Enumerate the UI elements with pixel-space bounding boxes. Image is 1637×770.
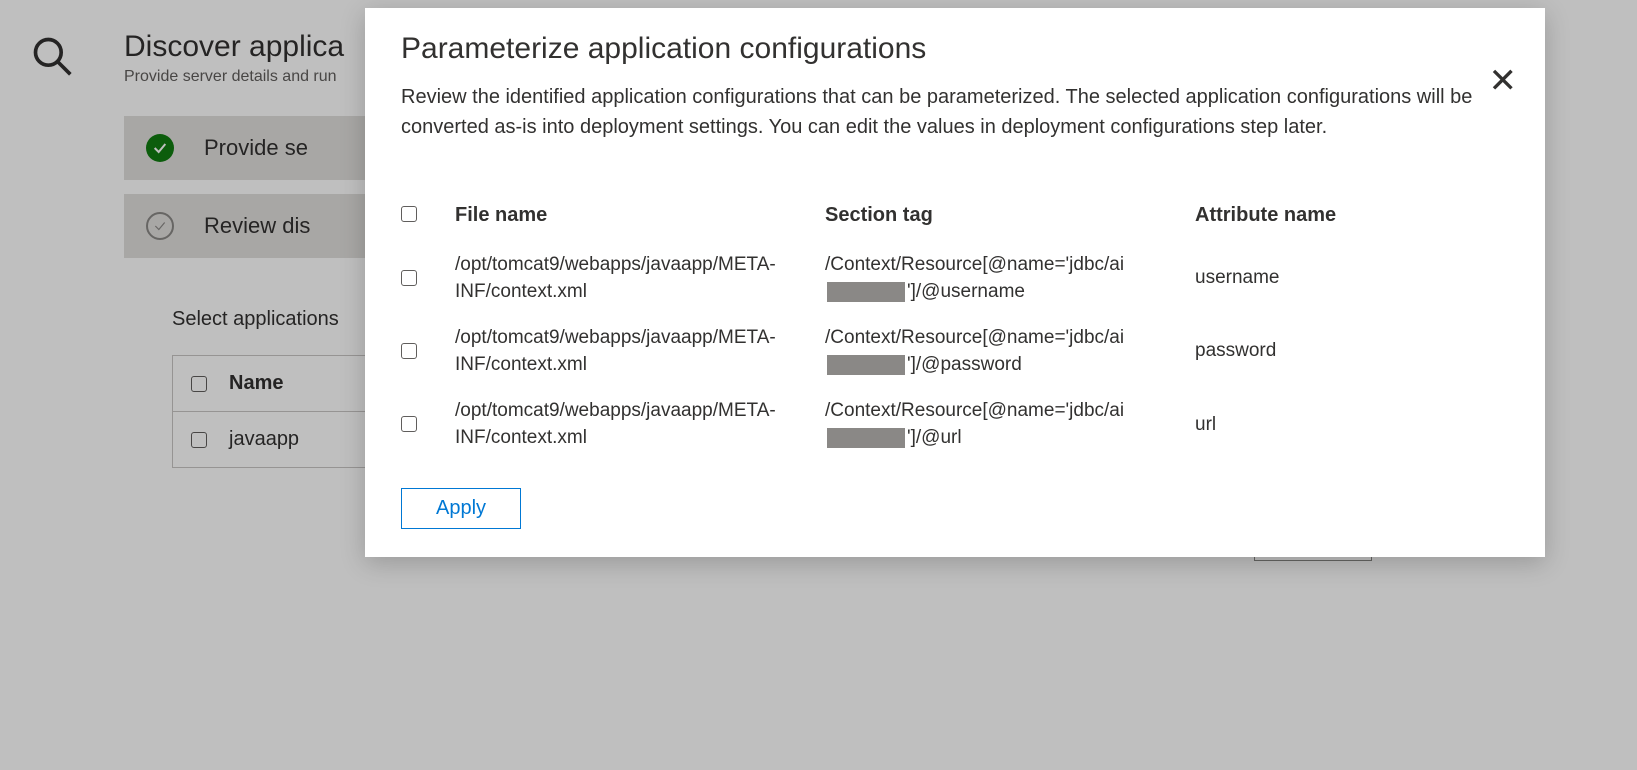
modal-title: Parameterize application configurations <box>401 32 1509 66</box>
redacted-text <box>827 355 905 375</box>
attribute-name-cell: password <box>1195 338 1509 365</box>
close-icon[interactable]: ✕ <box>1489 64 1518 98</box>
file-name-cell: /opt/tomcat9/webapps/javaapp/META-INF/co… <box>455 325 825 378</box>
config-row-checkbox[interactable] <box>401 270 417 286</box>
file-name-cell: /opt/tomcat9/webapps/javaapp/META-INF/co… <box>455 398 825 451</box>
file-name-cell: /opt/tomcat9/webapps/javaapp/META-INF/co… <box>455 252 825 305</box>
modal-description: Review the identified application config… <box>401 82 1481 142</box>
config-row: /opt/tomcat9/webapps/javaapp/META-INF/co… <box>401 242 1509 315</box>
col-section-tag: Section tag <box>825 204 1195 227</box>
section-tag-cell: /Context/Resource[@name='jdbc/ai']/@url <box>825 398 1195 451</box>
parameterize-modal: ✕ Parameterize application configuration… <box>365 8 1545 557</box>
section-tag-cell: /Context/Resource[@name='jdbc/ai']/@pass… <box>825 325 1195 378</box>
apply-button[interactable]: Apply <box>401 488 521 529</box>
attribute-name-cell: url <box>1195 412 1509 439</box>
col-file-name: File name <box>455 204 825 227</box>
config-row: /opt/tomcat9/webapps/javaapp/META-INF/co… <box>401 388 1509 461</box>
config-header-row: File name Section tag Attribute name <box>401 192 1509 242</box>
col-attribute-name: Attribute name <box>1195 204 1509 227</box>
redacted-text <box>827 428 905 448</box>
config-row: /opt/tomcat9/webapps/javaapp/META-INF/co… <box>401 315 1509 388</box>
config-row-checkbox[interactable] <box>401 416 417 432</box>
section-tag-cell: /Context/Resource[@name='jdbc/ai']/@user… <box>825 252 1195 305</box>
attribute-name-cell: username <box>1195 265 1509 292</box>
config-row-checkbox[interactable] <box>401 343 417 359</box>
select-all-config-checkbox[interactable] <box>401 206 417 222</box>
redacted-text <box>827 282 905 302</box>
config-table: File name Section tag Attribute name /op… <box>401 192 1509 462</box>
